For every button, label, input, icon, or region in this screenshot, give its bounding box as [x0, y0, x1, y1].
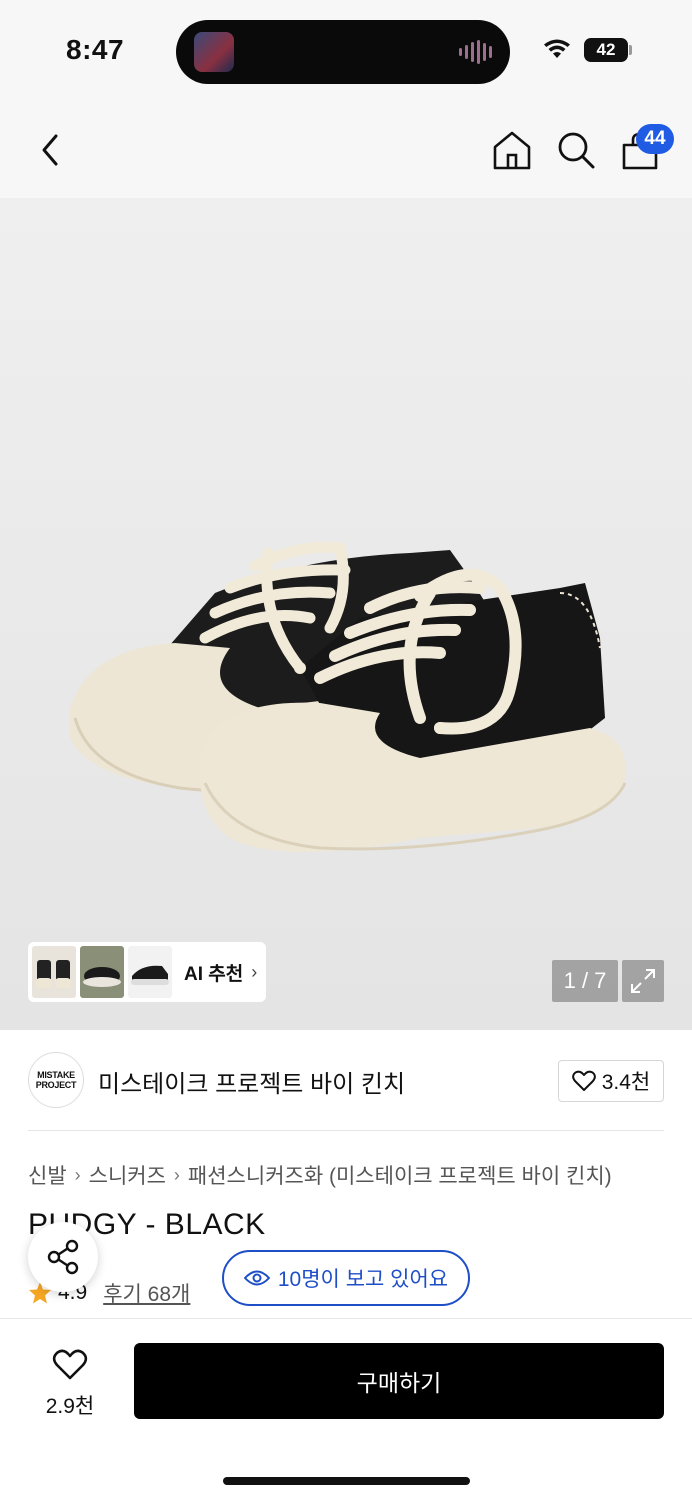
brand-like-button[interactable]: 3.4천: [558, 1060, 664, 1102]
wishlist-count: 2.9천: [45, 1395, 95, 1418]
eye-icon: [243, 1270, 270, 1286]
ai-thumb-2[interactable]: [80, 946, 124, 998]
divider: [28, 1130, 664, 1131]
chevron-right-icon: ›: [251, 961, 258, 982]
review-count-link[interactable]: 후기 68개: [103, 1278, 190, 1308]
chevron-right-icon: ›: [173, 1164, 180, 1185]
status-bar: 8:47 42: [0, 0, 692, 100]
brand-logo[interactable]: MISTAKE PROJECT: [28, 1052, 84, 1108]
search-icon[interactable]: [554, 128, 598, 172]
buy-button[interactable]: 구매하기: [134, 1343, 664, 1419]
audio-wave-icon: [459, 40, 492, 64]
chevron-right-icon: ›: [74, 1164, 81, 1185]
ai-thumb-1[interactable]: [32, 946, 76, 998]
viewers-badge: 10명이 보고 있어요: [222, 1250, 470, 1306]
brand-row[interactable]: MISTAKE PROJECT 미스테이크 프로젝트 바이 킨치 3.4천: [0, 1030, 692, 1130]
wishlist-button[interactable]: 2.9천: [30, 1349, 110, 1420]
home-indicator: [223, 1477, 470, 1485]
breadcrumb: 신발 › 스니커즈 › 패션스니커즈화 (미스테이크 프로젝트 바이 킨치): [28, 1160, 612, 1190]
bottom-action-bar: 2.9천 구매하기: [0, 1318, 692, 1500]
wifi-icon: [544, 39, 570, 58]
back-arrow-icon[interactable]: [32, 128, 72, 172]
top-nav: [0, 100, 692, 198]
ai-recommend-strip[interactable]: AI 추천 ›: [28, 942, 266, 1002]
ai-recommend-label: AI 추천: [184, 963, 244, 985]
share-button[interactable]: [28, 1222, 98, 1292]
heart-icon: [52, 1349, 88, 1380]
product-photo: [70, 541, 627, 852]
brand-name[interactable]: 미스테이크 프로젝트 바이 킨치: [98, 1064, 405, 1099]
now-playing-artwork: [194, 32, 234, 72]
status-time: 8:47: [66, 34, 125, 65]
viewers-text: 10명이 보고 있어요: [277, 1268, 449, 1291]
breadcrumb-item[interactable]: 스니커즈: [89, 1160, 166, 1190]
brand-like-count: 3.4천: [601, 1071, 651, 1094]
ai-thumb-3[interactable]: [128, 946, 172, 998]
product-image-carousel[interactable]: AI 추천 › 1 / 7: [0, 198, 692, 1030]
image-page-counter: 1 / 7: [552, 960, 618, 1002]
cart-count-badge: 44: [636, 124, 674, 154]
heart-icon: [571, 1070, 596, 1091]
dynamic-island: [176, 20, 510, 84]
share-icon: [47, 1239, 79, 1275]
expand-icon[interactable]: [622, 960, 664, 1002]
battery-cap: [629, 45, 632, 55]
breadcrumb-item[interactable]: 신발: [28, 1160, 67, 1190]
battery-indicator: 42: [584, 38, 628, 62]
home-icon[interactable]: [490, 128, 534, 172]
breadcrumb-item[interactable]: 패션스니커즈화 (미스테이크 프로젝트 바이 킨치): [188, 1160, 612, 1190]
